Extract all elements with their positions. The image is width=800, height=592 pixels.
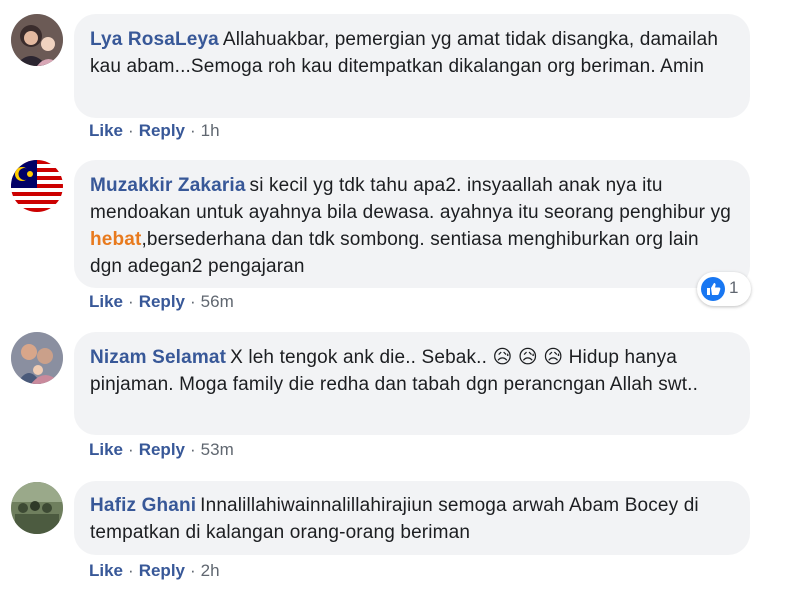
comment-bubble: Nizam Selamat X leh tengok ank die.. Seba… <box>74 332 750 435</box>
avatar[interactable] <box>11 482 63 534</box>
highlighted-word: hebat <box>90 229 142 250</box>
like-button[interactable]: Like <box>89 292 123 311</box>
thumbs-up-icon <box>701 277 725 301</box>
comment-actions: Like · Reply · 56m <box>89 292 234 312</box>
profile-photo-icon <box>11 482 63 534</box>
separator: · <box>128 440 134 459</box>
comment-author[interactable]: Muzakkir Zakaria <box>90 175 246 196</box>
malaysia-flag-icon <box>11 160 63 212</box>
profile-photo-icon <box>11 332 63 384</box>
avatar[interactable] <box>11 332 63 384</box>
comment-actions: Like · Reply · 53m <box>89 440 234 460</box>
comment-author[interactable]: Nizam Selamat <box>90 347 226 368</box>
like-button[interactable]: Like <box>89 121 123 140</box>
comment-timestamp[interactable]: 1h <box>201 121 220 140</box>
comment-author[interactable]: Hafiz Ghani <box>90 495 196 516</box>
comment-text: X leh tengok ank die.. Sebak.. <box>230 347 493 368</box>
separator: · <box>128 561 134 580</box>
separator: · <box>190 292 196 311</box>
reaction-summary[interactable]: 1 <box>697 272 751 306</box>
comment-timestamp[interactable]: 53m <box>201 440 234 459</box>
profile-photo-icon <box>11 14 63 66</box>
comment-actions: Like · Reply · 1h <box>89 121 220 141</box>
avatar[interactable] <box>11 160 63 212</box>
like-button[interactable]: Like <box>89 440 123 459</box>
crying-face-emoji: 😥 <box>492 347 513 368</box>
like-button[interactable]: Like <box>89 561 123 580</box>
reply-button[interactable]: Reply <box>139 561 185 580</box>
separator: · <box>128 292 134 311</box>
avatar[interactable] <box>11 14 63 66</box>
separator: · <box>190 121 196 140</box>
crying-face-emoji: 😥 <box>517 347 538 368</box>
reply-button[interactable]: Reply <box>139 121 185 140</box>
comment-bubble: Hafiz Ghani Innalillahiwainnalillahirajiu… <box>74 481 750 555</box>
comment-bubble: Lya RosaLeya Allahuakbar, pemergian yg am… <box>74 14 750 118</box>
reaction-count: 1 <box>729 278 739 297</box>
comment-actions: Like · Reply · 2h <box>89 561 220 581</box>
reply-button[interactable]: Reply <box>139 440 185 459</box>
comment-text: ,bersederhana dan tdk sombong. sentiasa … <box>90 229 699 277</box>
comment-timestamp[interactable]: 2h <box>201 561 220 580</box>
separator: · <box>190 440 196 459</box>
reply-button[interactable]: Reply <box>139 292 185 311</box>
separator: · <box>128 121 134 140</box>
separator: · <box>190 561 196 580</box>
comment-bubble: Muzakkir Zakaria si kecil yg tdk tahu apa… <box>74 160 750 288</box>
comment-timestamp[interactable]: 56m <box>201 292 234 311</box>
crying-face-emoji: 😥 <box>543 347 564 368</box>
comment-author[interactable]: Lya RosaLeya <box>90 29 219 50</box>
